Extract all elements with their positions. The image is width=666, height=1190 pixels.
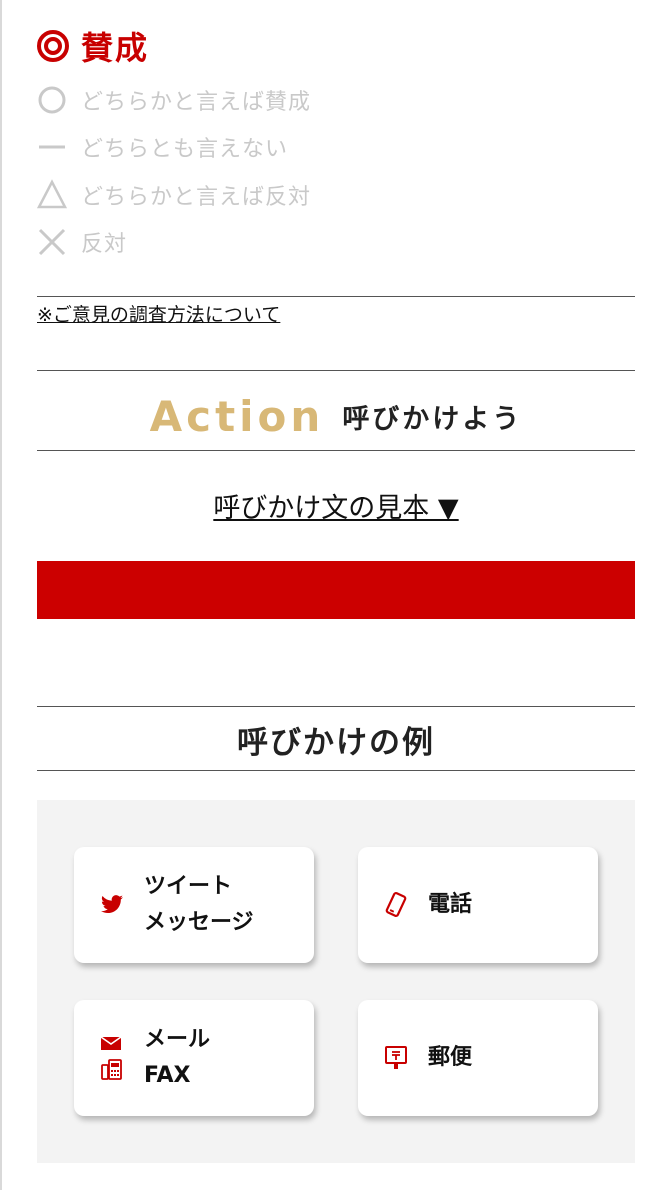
phone-icon (384, 892, 408, 918)
fax-icon (100, 1057, 124, 1081)
cross-icon (37, 226, 69, 258)
left-border (0, 0, 2, 1190)
legend-agree-label: どちらかと言えば賛成 (81, 90, 312, 115)
triangle-icon (37, 179, 69, 211)
divider (37, 296, 635, 297)
phone-label: 電話 (428, 892, 473, 917)
divider (37, 706, 635, 707)
legend-strong-agree: 賛成 (37, 23, 149, 69)
legend-neutral-label: どちらとも言えない (81, 137, 289, 162)
sample-text-link[interactable]: 呼びかけ文の見本 ▼ (213, 493, 458, 524)
tweet-message-card[interactable]: ツイート メッセージ (74, 847, 314, 963)
legend-disagree-label: どちらかと言えば反対 (81, 185, 312, 210)
postal-card[interactable]: 郵便 (358, 1000, 598, 1116)
mail-icon (100, 1035, 122, 1051)
examples-panel: ツイート メッセージ 電話 メール FAX 郵便 (37, 800, 635, 1163)
divider (37, 370, 635, 371)
circle-icon (37, 84, 69, 116)
red-banner (37, 561, 635, 619)
dash-icon (37, 131, 69, 163)
tweet-label: ツイート (144, 874, 233, 899)
legend-strong-disagree-label: 反対 (81, 232, 128, 257)
postal-label: 郵便 (428, 1045, 473, 1070)
mail-label: メール (144, 1027, 211, 1052)
survey-method-link[interactable]: ※ご意見の調査方法について (37, 300, 280, 327)
legend-strong-disagree: 反対 (37, 226, 127, 258)
fax-label: FAX (144, 1063, 191, 1088)
legend-agree: どちらかと言えば賛成 (37, 84, 311, 116)
divider (37, 450, 635, 451)
phone-card[interactable]: 電話 (358, 847, 598, 963)
action-title-en: Action (149, 391, 325, 441)
mail-fax-card[interactable]: メール FAX (74, 1000, 314, 1116)
legend-neutral: どちらとも言えない (37, 131, 288, 163)
legend-disagree: どちらかと言えば反対 (37, 179, 311, 211)
sample-text-toggle: 呼びかけ文の見本 ▼ (37, 486, 635, 525)
action-title-jp: 呼びかけよう (342, 403, 523, 435)
examples-title: 呼びかけの例 (237, 724, 435, 761)
twitter-icon (100, 895, 124, 915)
message-label: メッセージ (144, 910, 254, 935)
action-heading: Action 呼びかけよう (37, 383, 635, 449)
postbox-icon (384, 1045, 408, 1071)
double-circle-icon (37, 30, 69, 62)
legend-strong-agree-label: 賛成 (81, 29, 150, 67)
divider (37, 770, 635, 771)
